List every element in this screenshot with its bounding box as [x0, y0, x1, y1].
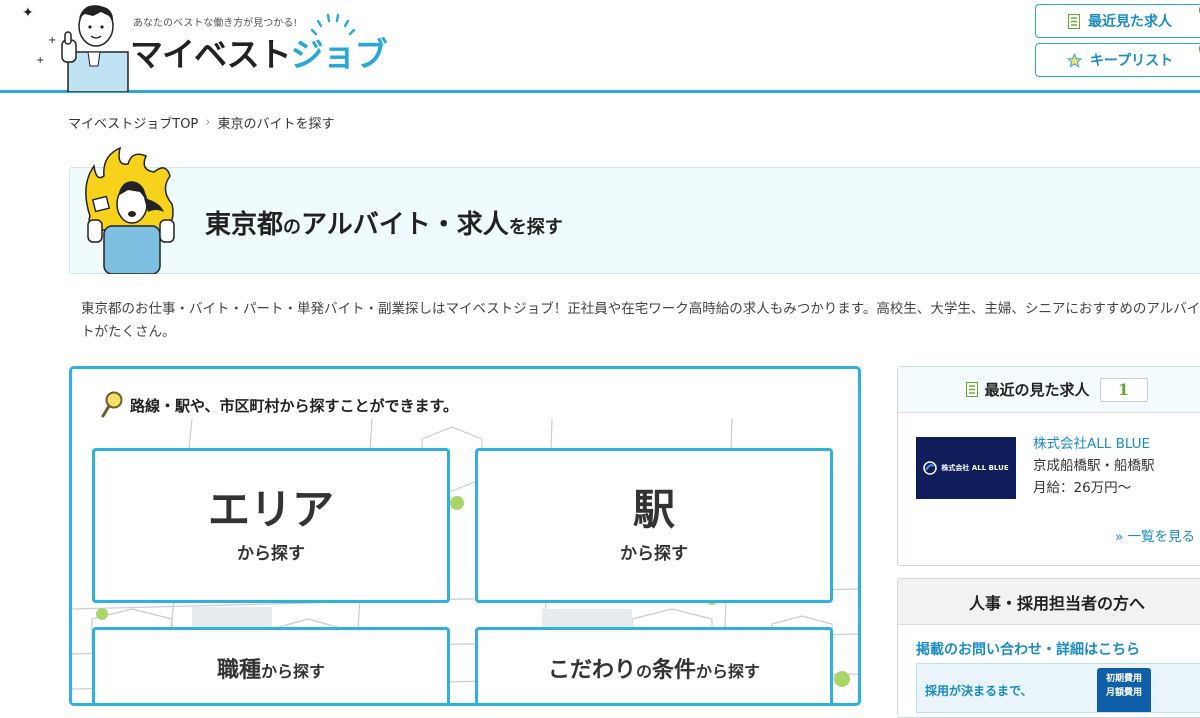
magnifier-icon — [100, 391, 124, 419]
cond-text-1: こだわり — [547, 658, 636, 683]
page-title-suffix: を探す — [508, 217, 563, 238]
fired-up-woman-illustration — [85, 146, 175, 274]
site-header: ✦ + + あなたのベストな働き方が見つかる! マイベストジョブ 最近見た求人 … — [0, 0, 1200, 93]
list-icon — [1068, 13, 1080, 29]
company-logo-text: 株式会社 ALL BLUE — [941, 464, 1009, 472]
search-by-station-sub: から探す — [620, 544, 688, 564]
banner-badge-line2: 月額費用 — [1105, 688, 1142, 698]
search-by-job-type-button[interactable]: 職種から探す — [92, 627, 450, 703]
cond-text-2: 条件 — [652, 658, 697, 683]
employer-banner-badge: 初期費用 月額費用 — [1097, 668, 1151, 712]
breadcrumb-home-link[interactable]: マイベストジョブTOP — [68, 113, 198, 132]
cond-sub: から探す — [696, 662, 761, 681]
recent-jobs-count-badge: 1 — [1099, 377, 1148, 402]
recent-jobs-button[interactable]: 最近見た求人 — [1035, 3, 1200, 38]
search-by-conditions-label: こだわりの条件から探す — [478, 652, 830, 684]
logo-text-dark: マイベスト — [130, 35, 292, 74]
list-icon — [966, 382, 979, 397]
recent-jobs-more-link[interactable]: » 一覧を見る — [1115, 525, 1195, 545]
mascot-illustration — [61, 5, 129, 92]
company-logo: 株式会社 ALL BLUE — [916, 437, 1016, 499]
search-by-area-label: エリア — [207, 485, 334, 534]
recent-job-info: 株式会社ALL BLUE 京成船橋駅・船橋駅 月給：26万円～ — [1033, 433, 1155, 499]
search-by-station-label: 駅 — [632, 485, 675, 534]
sparkle-icon: ✦ — [22, 5, 34, 21]
employer-banner[interactable]: 採用が決まるまで、 初期費用 月額費用 — [916, 663, 1200, 713]
search-panel: 路線・駅や、市区町村から探すことができます。 エリア から探す 駅 から探す 職… — [69, 366, 861, 706]
keep-list-button[interactable]: キープリスト — [1035, 42, 1200, 77]
search-by-area-button[interactable]: エリア から探す — [92, 448, 450, 603]
recent-jobs-panel-title: 最近の見た求人 — [984, 381, 1090, 399]
page-title-main: アルバイト・求人 — [301, 210, 509, 240]
site-tagline: あなたのベストな働き方が見つかる! — [133, 18, 298, 29]
recent-job-company-link[interactable]: 株式会社ALL BLUE — [1033, 433, 1155, 455]
employer-panel-header: 人事・採用担当者の方へ — [898, 579, 1200, 625]
search-by-conditions-button[interactable]: こだわりの条件から探す — [475, 627, 833, 703]
cond-mid: の — [635, 662, 652, 681]
breadcrumb-current: 東京のバイトを探す — [217, 117, 335, 132]
recent-jobs-panel-header: 最近の見た求人 1 — [898, 367, 1200, 413]
sparkle-icon: + — [36, 55, 45, 66]
employer-contact-link[interactable]: 掲載のお問い合わせ・詳細はこちら — [916, 639, 1140, 659]
employer-banner-text: 採用が決まるまで、 — [925, 684, 1033, 698]
page-title-region: 東京都 — [205, 210, 284, 240]
logo-text-blue: ジョブ — [290, 35, 388, 74]
search-by-job-type-label: 職種から探す — [95, 652, 447, 684]
banner-badge-line1: 初期費用 — [1105, 674, 1142, 684]
company-logo-mark-icon — [923, 461, 938, 475]
recent-job-item[interactable]: 株式会社 ALL BLUE 株式会社ALL BLUE 京成船橋駅・船橋駅 月給：… — [916, 436, 1155, 499]
page-title: 東京都のアルバイト・求人を探す — [205, 204, 563, 241]
recent-jobs-button-label: 最近見た求人 — [1088, 14, 1172, 30]
job-type-text: 職種 — [216, 658, 261, 683]
recent-job-station: 京成船橋駅・船橋駅 — [1033, 458, 1155, 474]
search-panel-title: 路線・駅や、市区町村から探すことができます。 — [100, 391, 458, 419]
recent-job-salary: 月給：26万円～ — [1033, 480, 1132, 496]
search-by-station-button[interactable]: 駅 から探す — [475, 448, 833, 603]
page-title-particle: の — [283, 217, 302, 238]
breadcrumb: マイベストジョブTOP › 東京のバイトを探す — [68, 113, 335, 132]
sparkle-icon: + — [48, 35, 57, 46]
keep-list-button-label: キープリスト — [1089, 53, 1174, 69]
star-icon — [1066, 52, 1082, 68]
search-by-area-sub: から探す — [237, 544, 305, 564]
search-panel-title-text: 路線・駅や、市区町村から探すことができます。 — [130, 396, 459, 415]
employer-panel: 人事・採用担当者の方へ 掲載のお問い合わせ・詳細はこちら 採用が決まるまで、 初… — [897, 578, 1200, 718]
job-type-sub: から探す — [261, 662, 326, 681]
page-hero: 東京都のアルバイト・求人を探す — [69, 146, 1200, 274]
chevron-right-icon: › — [205, 115, 211, 130]
logo-rays-icon — [310, 13, 356, 36]
page-description: 東京都のお仕事・バイト・パート・単発バイト・副業探しはマイベストジョブ！正社員や… — [81, 301, 1200, 340]
recent-jobs-panel: 最近の見た求人 1 株式会社 ALL BLUE 株式会社ALL BLUE 京成船… — [897, 366, 1200, 566]
